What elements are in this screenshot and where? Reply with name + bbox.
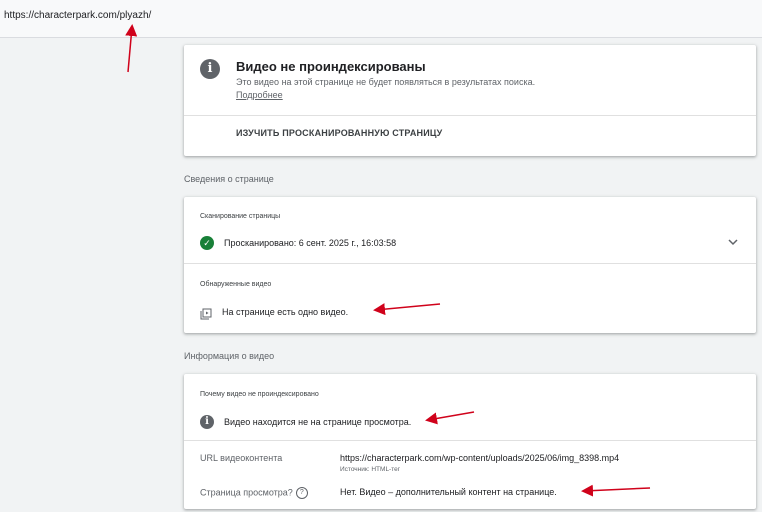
page-url[interactable]: https://characterpark.com/plyazh/	[4, 10, 151, 21]
page-info-heading: Сведения о странице	[184, 174, 274, 184]
videos-label: Обнаруженные видео	[200, 281, 272, 288]
status-description: Это видео на этой странице не будет появ…	[236, 77, 536, 87]
status-title: Видео не проиндексированы	[236, 59, 426, 74]
url-bar: https://characterpark.com/plyazh/	[0, 0, 762, 38]
watch-page-label: Страница просмотра??	[200, 487, 308, 499]
check-circle-icon: ✓	[200, 236, 214, 250]
chevron-down-icon[interactable]	[728, 238, 738, 248]
divider	[184, 440, 756, 441]
page-info-card: Сканирование страницы ✓ Просканировано: …	[184, 197, 756, 333]
video-info-heading: Информация о видео	[184, 351, 275, 361]
video-info-card: Почему видео не проиндексировано i Видео…	[184, 374, 756, 509]
divider	[184, 263, 756, 264]
watch-page-label-text: Страница просмотра?	[200, 487, 293, 498]
help-icon[interactable]: ?	[295, 487, 308, 499]
learn-more-link[interactable]: Подробнее	[236, 90, 283, 100]
status-card: i Видео не проиндексированы Это видео на…	[184, 45, 756, 156]
crawl-status: Просканировано: 6 сент. 2025 г., 16:03:5…	[224, 238, 397, 248]
videos-text: На странице есть одно видео.	[222, 307, 349, 317]
info-icon: i	[200, 415, 214, 429]
reason-label: Почему видео не проиндексировано	[200, 391, 319, 398]
reason-text: Видео находится не на странице просмотра…	[224, 417, 412, 427]
crawl-label: Сканирование страницы	[200, 213, 281, 220]
watch-page-value: Нет. Видео – дополнительный контент на с…	[340, 487, 557, 497]
content-url-label: URL видеоконтента	[200, 453, 283, 463]
content-url-value[interactable]: https://characterpark.com/wp-content/upl…	[340, 453, 619, 463]
divider	[184, 115, 756, 116]
inspect-crawled-page-button[interactable]: ИЗУЧИТЬ ПРОСКАНИРОВАННУЮ СТРАНИЦУ	[236, 128, 442, 138]
info-icon: i	[200, 59, 220, 79]
video-library-icon	[200, 307, 212, 325]
content-url-source: Источник: HTML-тег	[340, 466, 401, 473]
